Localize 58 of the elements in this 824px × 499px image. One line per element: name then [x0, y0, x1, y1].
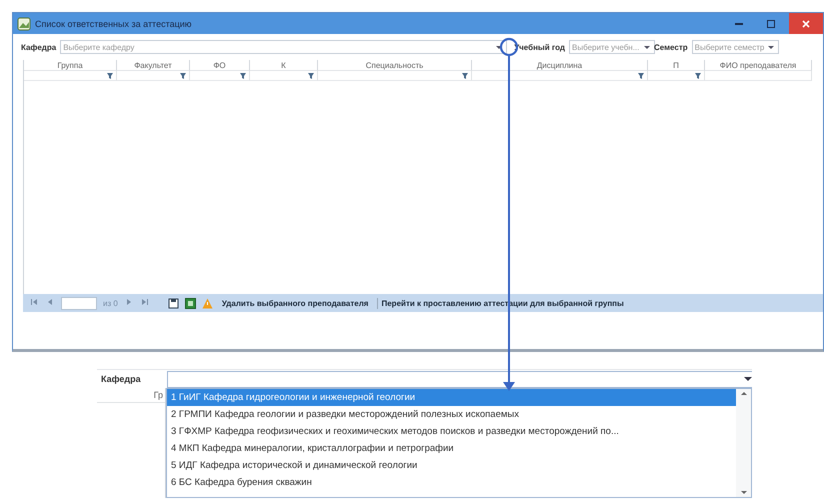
excel-icon	[184, 298, 196, 308]
filter-label: Кафедра	[21, 42, 56, 52]
list-item[interactable]: 4 МКП Кафедра минералогии, кристаллографии и петрографии	[167, 440, 736, 457]
filter-icon[interactable]	[308, 72, 314, 78]
toolbar-link[interactable]: Удалить выбранного преподавателя	[218, 298, 372, 308]
page-field[interactable]	[61, 296, 97, 310]
last-page-icon	[140, 298, 149, 306]
filter-icon[interactable]	[638, 72, 644, 78]
filter-cell[interactable]	[318, 71, 472, 81]
excel-button[interactable]	[184, 298, 196, 308]
previous-page-icon	[46, 298, 54, 306]
maximize-icon	[767, 20, 775, 28]
save-button[interactable]	[168, 298, 179, 308]
list-item[interactable]: 5 ИДГ Кафедра исторической и динамической геологии	[167, 457, 736, 474]
filter-icon[interactable]	[462, 72, 468, 78]
filter-cell[interactable]	[117, 71, 190, 81]
column-header[interactable]: Факультет	[117, 60, 190, 71]
window-title: Список ответственных за аттестацию	[35, 18, 193, 28]
close-icon	[802, 20, 810, 28]
dropdown-field[interactable]	[167, 370, 752, 388]
column-header: Гр	[154, 390, 163, 400]
list-item[interactable]: 1 ГиИГ Кафедра гидрогеологии и инженерной геологии	[167, 389, 736, 406]
filter-icon[interactable]	[107, 72, 113, 78]
column-header[interactable]: ФО	[190, 60, 250, 71]
column-header[interactable]: К	[250, 60, 318, 71]
list-item[interactable]: 3 ГФХМР Кафедра геофизических и геохимических методов поисков и разведки месторождений по...	[167, 423, 736, 440]
first-page-icon	[30, 298, 38, 306]
filter-cell[interactable]	[190, 71, 250, 81]
field-label: Кафедра	[101, 374, 142, 384]
column-header[interactable]: П	[648, 60, 705, 71]
scrollbar[interactable]	[736, 389, 751, 497]
close-button[interactable]	[789, 13, 823, 34]
column-header[interactable]: Специальность	[318, 60, 472, 71]
list-item[interactable]: 2 ГРМПИ Кафедра геологии и разведки месторождений полезных ископаемых	[167, 406, 736, 423]
filter-icon[interactable]	[240, 72, 246, 78]
filter-label: Семестр	[654, 42, 688, 52]
save-icon	[168, 298, 179, 308]
column-header[interactable]: Группа	[24, 60, 117, 71]
filter-cell[interactable]	[24, 71, 117, 81]
filter-cell[interactable]	[648, 71, 705, 81]
minimize-icon	[735, 22, 743, 24]
filter-icon[interactable]	[180, 72, 186, 78]
warning-icon	[202, 298, 213, 308]
scroll-down-icon	[740, 491, 746, 494]
list-item[interactable]: 6 БС Кафедра бурения скважин	[167, 474, 736, 491]
dropdown-field[interactable]: Выберите кафедру	[60, 40, 508, 54]
filter-cell[interactable]	[472, 71, 648, 81]
page-count: из 0	[103, 298, 118, 308]
column-header[interactable]: Дисциплина	[472, 60, 648, 71]
filter-cell[interactable]	[250, 71, 318, 81]
scroll-up-icon	[740, 392, 746, 395]
filter-icon[interactable]	[695, 72, 701, 78]
dropdown-field[interactable]: Выберите учебн...	[568, 40, 655, 54]
app-icon	[17, 16, 31, 30]
dropdown-field[interactable]: Выберите семестр	[692, 40, 779, 54]
next-page-icon	[124, 298, 133, 306]
filter-cell[interactable]	[705, 71, 812, 81]
column-header[interactable]: ФИО преподавателя	[705, 60, 812, 71]
